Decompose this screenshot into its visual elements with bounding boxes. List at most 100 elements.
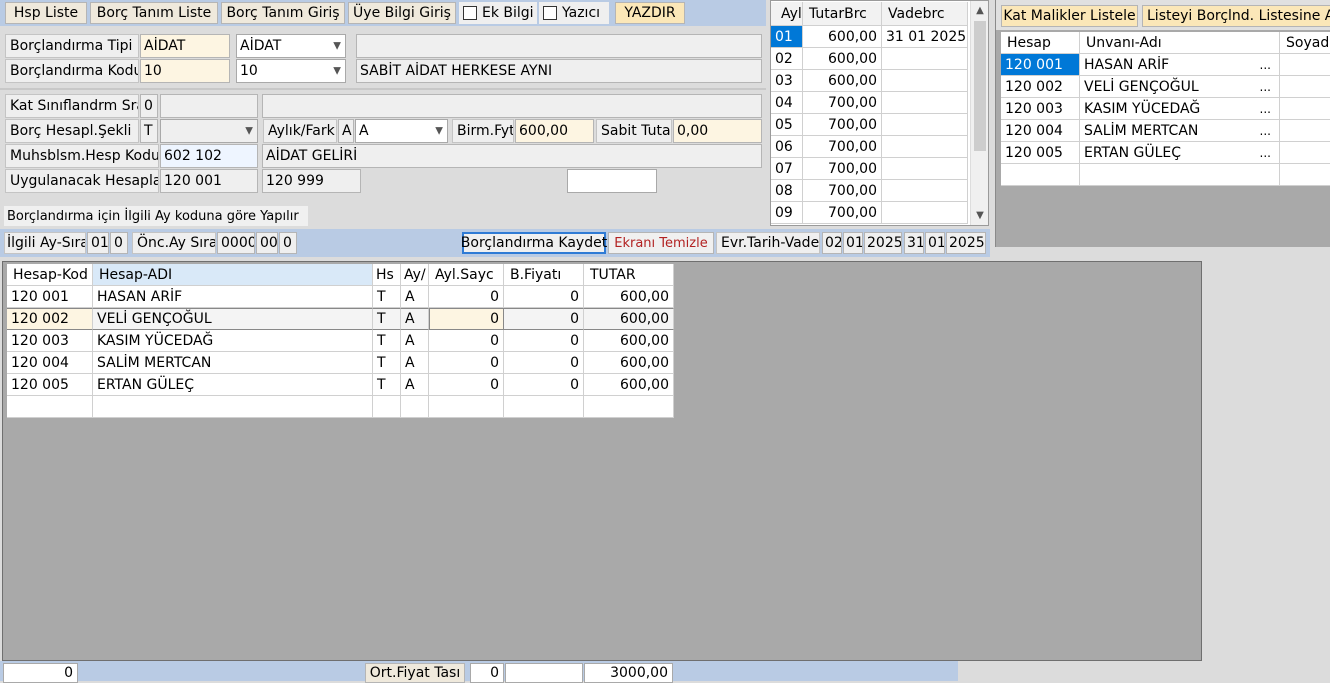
main-cell-tutar[interactable]: 600,00 bbox=[584, 352, 674, 374]
schedule-cell-ay[interactable]: 02 bbox=[771, 48, 803, 70]
owners-header-unvan[interactable]: Unvanı-Adı bbox=[1080, 32, 1280, 54]
main-cell-b-fiyati[interactable] bbox=[504, 396, 584, 418]
schedule-cell-ay[interactable]: 05 bbox=[771, 114, 803, 136]
main-cell-hesap-adi[interactable]: KASIM YÜCEDAĞ bbox=[93, 330, 373, 352]
evr-month-field[interactable]: 01 bbox=[843, 232, 863, 254]
vade-month-field[interactable]: 01 bbox=[925, 232, 945, 254]
owners-row-ellipsis[interactable]: ... bbox=[1260, 124, 1271, 138]
aylik-fark-select[interactable]: A ▼ bbox=[355, 119, 448, 143]
main-cell-hs[interactable]: T bbox=[373, 308, 401, 330]
schedule-cell-ay[interactable]: 09 bbox=[771, 202, 803, 224]
uygulanacak-from-field[interactable]: 120 001 bbox=[160, 169, 258, 193]
schedule-cell-tutar[interactable]: 600,00 bbox=[803, 48, 882, 70]
sabit-tutar-field[interactable]: 0,00 bbox=[673, 119, 762, 143]
main-cell-b-fiyati[interactable]: 0 bbox=[504, 286, 584, 308]
schedule-cell-ay[interactable]: 04 bbox=[771, 92, 803, 114]
owners-cell-hesap[interactable]: 120 003 bbox=[1001, 98, 1080, 120]
ekrani-temizle-button[interactable]: Ekranı Temizle bbox=[608, 232, 714, 254]
schedule-cell-tutar[interactable]: 700,00 bbox=[803, 180, 882, 202]
schedule-cell-ay[interactable]: 03 bbox=[771, 70, 803, 92]
owners-cell-unvan[interactable]: VELİ GENÇOĞUL... bbox=[1080, 76, 1280, 98]
yazici-checkbox[interactable]: Yazıcı bbox=[539, 2, 609, 24]
kat-malikler-listele-button[interactable]: Kat Malikler Listele bbox=[1001, 5, 1138, 27]
chevron-down-icon[interactable]: ▼ bbox=[333, 41, 341, 52]
schedule-cell-ay[interactable]: 07 bbox=[771, 158, 803, 180]
main-cell-ayl-sayc[interactable]: 0 bbox=[429, 308, 504, 330]
main-header-hesap-kod[interactable]: Hesap-Kod bbox=[7, 264, 93, 286]
schedule-cell-vade[interactable] bbox=[882, 92, 968, 114]
main-header-ay[interactable]: Ay/ bbox=[401, 264, 429, 286]
owners-cell-hesap[interactable]: 120 005 bbox=[1001, 142, 1080, 164]
schedule-cell-vade[interactable] bbox=[882, 158, 968, 180]
main-header-b-fiyati[interactable]: B.Fiyatı bbox=[504, 264, 584, 286]
schedule-cell-vade[interactable] bbox=[882, 180, 968, 202]
main-cell-b-fiyati[interactable]: 0 bbox=[504, 308, 584, 330]
owners-cell-unvan[interactable] bbox=[1080, 164, 1280, 186]
borclandirma-kodu-field[interactable]: 10 bbox=[140, 59, 230, 83]
main-cell-hesap-adi[interactable]: HASAN ARİF bbox=[93, 286, 373, 308]
main-cell-hesap-kod[interactable]: 120 001 bbox=[7, 286, 93, 308]
schedule-cell-tutar[interactable]: 700,00 bbox=[803, 92, 882, 114]
schedule-cell-ay[interactable]: 06 bbox=[771, 136, 803, 158]
schedule-cell-tutar[interactable]: 700,00 bbox=[803, 136, 882, 158]
scroll-up-icon[interactable]: ▲ bbox=[971, 1, 989, 19]
main-cell-hesap-kod[interactable]: 120 004 bbox=[7, 352, 93, 374]
main-cell-hesap-adi[interactable] bbox=[93, 396, 373, 418]
owners-cell-hesap[interactable] bbox=[1001, 164, 1080, 186]
ek-bilgi-checkbox[interactable]: Ek Bilgi bbox=[459, 2, 537, 24]
yazici-checkbox-box[interactable] bbox=[543, 6, 557, 20]
ek-bilgi-checkbox-box[interactable] bbox=[463, 6, 477, 20]
borc-tanim-liste-button[interactable]: Borç Tanım Liste bbox=[90, 2, 218, 24]
borclandirma-kaydet-button[interactable]: Borçlandırma Kaydet bbox=[461, 232, 607, 254]
borclandirma-kodu-select[interactable]: 10 ▼ bbox=[236, 59, 346, 83]
main-cell-ay[interactable]: A bbox=[401, 374, 429, 396]
main-cell-b-fiyati[interactable]: 0 bbox=[504, 330, 584, 352]
scroll-thumb[interactable] bbox=[974, 21, 986, 151]
hsp-liste-button[interactable]: Hsp Liste bbox=[5, 2, 87, 24]
main-cell-hesap-adi[interactable]: ERTAN GÜLEÇ bbox=[93, 374, 373, 396]
main-cell-tutar[interactable]: 600,00 bbox=[584, 330, 674, 352]
main-cell-hs[interactable]: T bbox=[373, 352, 401, 374]
main-cell-b-fiyati[interactable]: 0 bbox=[504, 352, 584, 374]
schedule-cell-vade[interactable] bbox=[882, 202, 968, 224]
main-cell-hesap-adi[interactable]: VELİ GENÇOĞUL bbox=[93, 308, 373, 330]
owners-row-ellipsis[interactable]: ... bbox=[1260, 102, 1271, 116]
schedule-scrollbar[interactable]: ▲ ▼ bbox=[970, 1, 988, 225]
uye-bilgi-giris-button[interactable]: Üye Bilgi Giriş bbox=[348, 2, 456, 24]
schedule-cell-vade[interactable] bbox=[882, 114, 968, 136]
listeyi-aktar-button[interactable]: Listeyi Borçlnd. Listesine Ak bbox=[1142, 5, 1330, 27]
borc-tanim-giris-button[interactable]: Borç Tanım Giriş bbox=[221, 2, 345, 24]
main-cell-tutar[interactable] bbox=[584, 396, 674, 418]
owners-row-ellipsis[interactable]: ... bbox=[1260, 146, 1271, 160]
ort-fiyat-button[interactable]: Ort.Fiyat Tası bbox=[365, 663, 465, 683]
borc-hesapl-select[interactable]: ▼ bbox=[160, 119, 258, 143]
uygulanacak-to-field[interactable]: 120 999 bbox=[262, 169, 361, 193]
main-cell-hs[interactable] bbox=[373, 396, 401, 418]
borclandirma-tipi-select[interactable]: AİDAT ▼ bbox=[236, 34, 346, 58]
aylik-fark-field[interactable]: A bbox=[338, 119, 354, 143]
onc-c-field[interactable]: 0 bbox=[279, 232, 297, 254]
main-cell-ayl-sayc[interactable]: 0 bbox=[429, 352, 504, 374]
schedule-header-vade[interactable]: Vadebrc bbox=[882, 2, 968, 26]
schedule-cell-tutar[interactable]: 700,00 bbox=[803, 158, 882, 180]
owners-cell-soyad[interactable] bbox=[1280, 76, 1330, 98]
schedule-cell-ay[interactable]: 01 bbox=[771, 26, 803, 48]
owners-cell-unvan[interactable]: KASIM YÜCEDAĞ... bbox=[1080, 98, 1280, 120]
vade-day-field[interactable]: 31 bbox=[904, 232, 924, 254]
owners-header-hesap[interactable]: Hesap bbox=[1001, 32, 1080, 54]
borc-hesapl-field[interactable]: T bbox=[140, 119, 158, 143]
schedule-header-ay[interactable]: Ayl bbox=[771, 2, 803, 26]
main-header-tutar[interactable]: TUTAR bbox=[584, 264, 674, 286]
owners-cell-soyad[interactable] bbox=[1280, 164, 1330, 186]
main-cell-hesap-kod[interactable]: 120 003 bbox=[7, 330, 93, 352]
owners-cell-hesap[interactable]: 120 004 bbox=[1001, 120, 1080, 142]
uygulanacak-extra-field[interactable] bbox=[567, 169, 657, 193]
main-cell-hs[interactable]: T bbox=[373, 374, 401, 396]
main-header-ayl-sayc[interactable]: Ayl.Sayc bbox=[429, 264, 504, 286]
chevron-down-icon[interactable]: ▼ bbox=[245, 126, 253, 137]
owners-cell-unvan[interactable]: HASAN ARİF... bbox=[1080, 54, 1280, 76]
schedule-cell-vade[interactable]: 31 01 2025 bbox=[882, 26, 968, 48]
owners-cell-unvan[interactable]: ERTAN GÜLEÇ... bbox=[1080, 142, 1280, 164]
owners-cell-soyad[interactable] bbox=[1280, 54, 1330, 76]
main-cell-tutar[interactable]: 600,00 bbox=[584, 286, 674, 308]
